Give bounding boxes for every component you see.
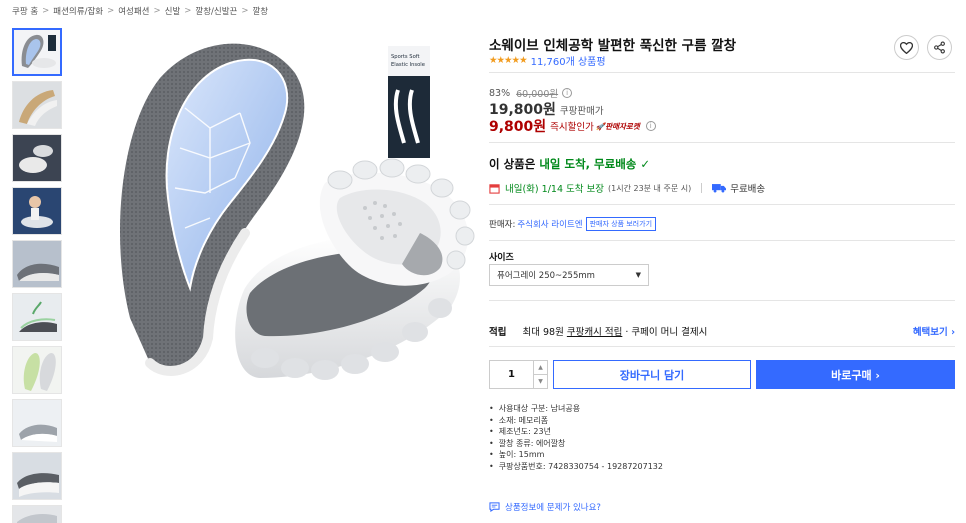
- thumbnail-8[interactable]: [12, 399, 62, 447]
- discount-row: 83% 60,000원 i: [489, 86, 573, 100]
- instant-price: 9,800원: [489, 119, 547, 135]
- discount-rate: 83%: [489, 87, 511, 99]
- thumbnail-5[interactable]: [12, 240, 62, 288]
- size-selected-value: 퓨어그레이 250~255mm: [497, 271, 595, 281]
- seller-products-link[interactable]: 판매자 상품 보러가기: [585, 217, 657, 231]
- quantity-down-icon[interactable]: ▼: [534, 375, 547, 388]
- product-title: 소웨이브 인체공학 발편한 푹신한 구름 깔창: [489, 38, 737, 54]
- breadcrumb-separator: >: [153, 6, 161, 16]
- divider: [489, 72, 955, 73]
- calendar-icon: [489, 183, 500, 194]
- report-problem-text[interactable]: 상품정보에 문제가 있나요?: [505, 501, 601, 513]
- info-icon[interactable]: i: [645, 121, 656, 131]
- seller-rocket-label: 판매자로켓: [605, 121, 640, 131]
- thumbnail-10[interactable]: [12, 505, 62, 523]
- thumbnail-7[interactable]: [12, 346, 62, 394]
- benefits-link[interactable]: 혜택보기 ›: [913, 324, 955, 338]
- share-icon: [934, 41, 945, 54]
- size-option-label: 사이즈: [489, 253, 514, 263]
- spec-item: 높이: 15mm: [489, 449, 663, 461]
- quantity-value[interactable]: 1: [490, 361, 533, 388]
- thumbnail-2[interactable]: [12, 81, 62, 129]
- delivery-headline-prefix: 이 상품은: [489, 157, 536, 171]
- size-select[interactable]: 퓨어그레이 250~255mm ▼: [489, 264, 649, 286]
- delivery-headline-highlight: 내일 도착, 무료배송: [539, 157, 637, 171]
- thumbnail-1[interactable]: [12, 28, 62, 76]
- seller-name-link[interactable]: 주식회사 라이트엔: [517, 218, 582, 230]
- info-icon[interactable]: i: [562, 88, 573, 98]
- coupang-price-label: 쿠팡판매가: [559, 106, 604, 117]
- spec-item: 쿠팡상품번호: 7428330754 - 19287207132: [489, 461, 663, 473]
- breadcrumb-separator: >: [107, 6, 115, 16]
- rating-summary[interactable]: ★★★★★ 11,760개 상품평: [489, 53, 606, 68]
- seller-label: 판매자:: [489, 220, 516, 230]
- thumbnail-6[interactable]: [12, 293, 62, 341]
- spec-item: 제조년도: 23년: [489, 426, 663, 438]
- breadcrumb-separator: >: [42, 6, 50, 16]
- seller-row: 판매자: 주식회사 라이트엔 판매자 상품 보러가기: [489, 217, 657, 231]
- thumbnail-9[interactable]: [12, 452, 62, 500]
- box-label-line2: Elastic Insole: [391, 62, 425, 68]
- cash-reward-row: 적립 최대 98원 쿠팡캐시 적립 · 쿠페이 머니 결제시 혜택보기 ›: [489, 324, 955, 338]
- breadcrumb-item[interactable]: 깔창/신발끈: [195, 5, 237, 17]
- review-count-link[interactable]: 11,760개 상품평: [531, 53, 606, 68]
- breadcrumb-item[interactable]: 신발: [165, 5, 181, 17]
- cash-reward-prefix: 최대 98원: [522, 327, 564, 338]
- seller-rocket-badge: 🚀판매자로켓: [596, 121, 640, 132]
- instant-sale-row: 9,800원 즉시할인가 🚀판매자로켓 i: [489, 116, 656, 136]
- rocket-icon: 🚀: [595, 121, 606, 131]
- delivery-headline: 이 상품은 내일 도착, 무료배송 ✓: [489, 156, 650, 172]
- buy-now-button[interactable]: 바로구매 ›: [756, 360, 955, 389]
- wishlist-button[interactable]: [894, 35, 919, 60]
- thumbnail-3[interactable]: [12, 134, 62, 182]
- breadcrumb-item[interactable]: 깔창: [252, 5, 268, 17]
- caret-down-icon: ▼: [635, 271, 641, 279]
- share-button[interactable]: [927, 35, 952, 60]
- breadcrumb-separator: >: [184, 6, 192, 16]
- cash-reward-suffix: · 쿠페이 머니 결제시: [625, 327, 708, 338]
- original-price: 60,000원: [516, 89, 559, 100]
- quantity-arrows: ▲ ▼: [533, 361, 547, 388]
- add-to-cart-button[interactable]: 장바구니 담기: [553, 360, 751, 389]
- thumbnail-list: [12, 28, 64, 523]
- star-rating: ★★★★★: [489, 55, 528, 66]
- spec-item: 소재: 메모리폼: [489, 415, 663, 427]
- arrival-guarantee: 내일(화) 1/14 도착 보장: [505, 184, 604, 195]
- breadcrumb-item[interactable]: 패션의류/잡화: [53, 5, 103, 17]
- heart-icon: [900, 41, 913, 54]
- breadcrumb-separator: >: [241, 6, 249, 16]
- separator: [701, 183, 703, 193]
- coupang-cash-link[interactable]: 쿠팡캐시 적립: [567, 324, 622, 338]
- divider: [489, 142, 955, 143]
- arrival-note: (1시간 23분 내 주문 시): [608, 183, 692, 193]
- cash-reward-title: 적립: [489, 327, 507, 338]
- divider: [489, 300, 955, 301]
- spec-item: 깔창 종류: 에어깔창: [489, 438, 663, 450]
- instant-price-label: 즉시할인가: [550, 122, 594, 133]
- quantity-up-icon[interactable]: ▲: [534, 361, 547, 375]
- spec-list: 사용대상 구분: 남녀공용 소재: 메모리폼 제조년도: 23년 깔창 종류: …: [489, 403, 663, 472]
- divider: [489, 346, 955, 347]
- speech-bubble-icon: [489, 502, 500, 512]
- truck-icon: [712, 184, 727, 193]
- box-label-line1: Sports Soft: [391, 54, 420, 60]
- spec-item: 사용대상 구분: 남녀공용: [489, 403, 663, 415]
- breadcrumb-item[interactable]: 쿠팡 홈: [12, 5, 38, 17]
- thumbnail-4[interactable]: [12, 187, 62, 235]
- report-problem-link[interactable]: 상품정보에 문제가 있나요?: [489, 501, 601, 513]
- delivery-row: 내일(화) 1/14 도착 보장 (1시간 23분 내 주문 시) 무료배송: [489, 181, 765, 195]
- breadcrumb: 쿠팡 홈 > 패션의류/잡화 > 여성패션 > 신발 > 깔창/신발끈 > 깔창: [12, 5, 268, 17]
- divider: [489, 240, 955, 241]
- check-icon: ✓: [640, 157, 651, 171]
- breadcrumb-item[interactable]: 여성패션: [118, 5, 149, 17]
- free-shipping-label: 무료배송: [730, 184, 766, 195]
- quantity-stepper[interactable]: 1 ▲ ▼: [489, 360, 548, 389]
- divider: [489, 204, 955, 205]
- main-product-image[interactable]: Sports Soft Elastic Insole: [90, 18, 475, 398]
